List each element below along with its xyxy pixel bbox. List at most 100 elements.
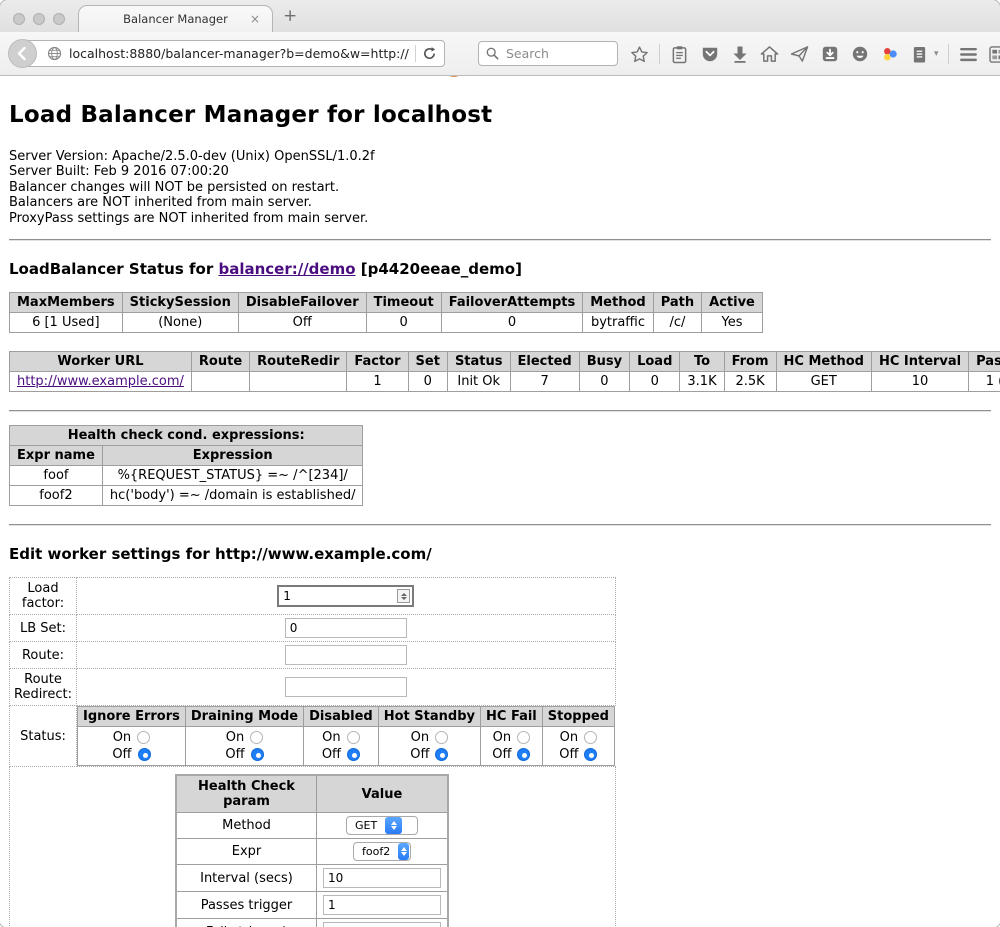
off-label: Off — [112, 747, 131, 762]
worker-url-link[interactable]: http://www.example.com/ — [17, 374, 184, 389]
ignore-errors-on-radio[interactable] — [137, 731, 150, 744]
route-redirect-input[interactable] — [285, 677, 407, 697]
method-select-value: GET — [355, 819, 385, 832]
hot-standby-on-radio[interactable] — [435, 731, 448, 744]
cell-expr-name: foof2 — [10, 486, 103, 506]
col-passes: Passes — [969, 352, 1000, 372]
off-label: Off — [322, 747, 341, 762]
ignore-errors-off-radio[interactable] — [138, 748, 151, 761]
interval-input[interactable] — [323, 868, 441, 888]
cell-to: 3.1K — [680, 372, 724, 392]
lb-set-input[interactable] — [285, 618, 407, 638]
new-tab-button[interactable]: + — [283, 8, 297, 25]
draining-mode-off-radio[interactable] — [251, 748, 264, 761]
save-to-device-icon[interactable] — [819, 44, 840, 65]
close-tab-icon[interactable]: × — [250, 12, 260, 26]
col-timeout: Timeout — [366, 293, 441, 313]
load-factor-input[interactable] — [279, 588, 397, 604]
persist-note-line: Balancer changes will NOT be persisted o… — [9, 180, 991, 195]
zoom-window-button[interactable] — [53, 13, 65, 25]
fails-label: Fails trigger) — [176, 919, 316, 927]
form-row-lb-set: LB Set: — [10, 615, 616, 642]
divider — [9, 410, 991, 412]
title-bar: Balancer Manager × + — [0, 0, 1000, 32]
loadbalancer-status-heading: LoadBalancer Status for balancer://demo … — [9, 260, 991, 278]
status-cell-hot-standby: On Off — [378, 727, 480, 766]
clipboard-icon[interactable] — [669, 44, 690, 65]
window-controls — [13, 13, 65, 25]
table-row: 6 [1 Used] (None) Off 0 0 bytraffic /c/ … — [10, 313, 763, 333]
col-routeredir: RouteRedir — [250, 352, 347, 372]
divider — [9, 239, 991, 241]
search-bar[interactable]: Search — [478, 41, 618, 66]
server-version-line: Server Version: Apache/2.5.0-dev (Unix) … — [9, 149, 991, 164]
inherit-note-line: Balancers are NOT inherited from main se… — [9, 195, 991, 210]
home-icon[interactable] — [759, 44, 780, 65]
url-text[interactable]: localhost:8880/balancer-manager?b=demo&w… — [69, 46, 409, 61]
divider — [9, 524, 991, 526]
menu-icon[interactable] — [958, 44, 979, 65]
cell-expression: %{REQUEST_STATUS} =~ /^[234]/ — [102, 466, 363, 486]
hot-standby-off-radio[interactable] — [435, 748, 448, 761]
disabled-on-radio[interactable] — [347, 731, 360, 744]
feedback-smiley-icon[interactable] — [849, 44, 870, 65]
cell-from: 2.5K — [724, 372, 776, 392]
passes-input[interactable] — [323, 895, 441, 915]
on-label: On — [226, 730, 244, 745]
number-stepper-icon[interactable] — [397, 589, 410, 603]
route-input[interactable] — [285, 645, 407, 665]
col-stickysession: StickySession — [122, 293, 238, 313]
back-button[interactable] — [8, 39, 37, 68]
stopped-off-radio[interactable] — [584, 748, 597, 761]
off-label: Off — [225, 747, 244, 762]
form-row-load-factor: Load factor: — [10, 578, 616, 615]
table-header-row: MaxMembers StickySession DisableFailover… — [10, 293, 763, 313]
cell-maxmembers: 6 [1 Used] — [10, 313, 123, 333]
expr-label: Expr — [176, 839, 316, 865]
hc-row-fails: Fails trigger) — [176, 919, 448, 927]
balancer-demo-link[interactable]: balancer://demo — [218, 260, 355, 278]
balancer-status-table: MaxMembers StickySession DisableFailover… — [9, 292, 763, 333]
pocket-icon[interactable] — [699, 44, 720, 65]
hc-fail-off-radio[interactable] — [517, 748, 530, 761]
expr-row: foof %{REQUEST_STATUS} =~ /^[234]/ — [10, 466, 363, 486]
reload-icon[interactable] — [422, 46, 437, 61]
color-dots-icon[interactable] — [879, 44, 900, 65]
col-disabled: Disabled — [304, 707, 379, 727]
hc-fail-on-radio[interactable] — [517, 731, 530, 744]
route-label: Route: — [10, 642, 77, 669]
draining-mode-on-radio[interactable] — [250, 731, 263, 744]
col-hc-value: Value — [316, 775, 448, 813]
on-label: On — [560, 730, 578, 745]
tab-balancer-manager[interactable]: Balancer Manager × — [78, 5, 273, 32]
url-bar[interactable]: localhost:8880/balancer-manager?b=demo&w… — [23, 40, 445, 67]
disabled-off-radio[interactable] — [347, 748, 360, 761]
status-cell-draining-mode: On Off — [185, 727, 303, 766]
form-row-route-redirect: Route Redirect: — [10, 669, 616, 706]
cell-routeredir — [250, 372, 347, 392]
cell-passes: 1 (0) — [969, 372, 1000, 392]
status-cell-stopped: On Off — [542, 727, 614, 766]
close-window-button[interactable] — [13, 13, 25, 25]
hc-row-method: Method GET — [176, 813, 448, 839]
notes-icon[interactable] — [909, 44, 930, 65]
fails-input[interactable] — [323, 922, 441, 927]
select-arrows-icon — [398, 843, 409, 860]
minimize-window-button[interactable] — [33, 13, 45, 25]
tab-groups-icon[interactable] — [988, 44, 1000, 65]
cell-status: Init Ok — [447, 372, 510, 392]
method-select[interactable]: GET — [346, 816, 418, 835]
toolbar-icons: ▾ — [629, 39, 1000, 69]
cell-load: 0 — [630, 372, 680, 392]
dropdown-caret-icon[interactable]: ▾ — [934, 49, 939, 59]
expr-select[interactable]: foof2 — [353, 842, 411, 861]
send-plane-icon[interactable] — [789, 44, 810, 65]
on-label: On — [493, 730, 511, 745]
col-factor: Factor — [347, 352, 408, 372]
method-label: Method — [176, 813, 316, 839]
bookmark-star-icon[interactable] — [629, 44, 650, 65]
col-hc-method: HC Method — [776, 352, 871, 372]
cell-active: Yes — [702, 313, 763, 333]
download-icon[interactable] — [729, 44, 750, 65]
stopped-on-radio[interactable] — [584, 731, 597, 744]
